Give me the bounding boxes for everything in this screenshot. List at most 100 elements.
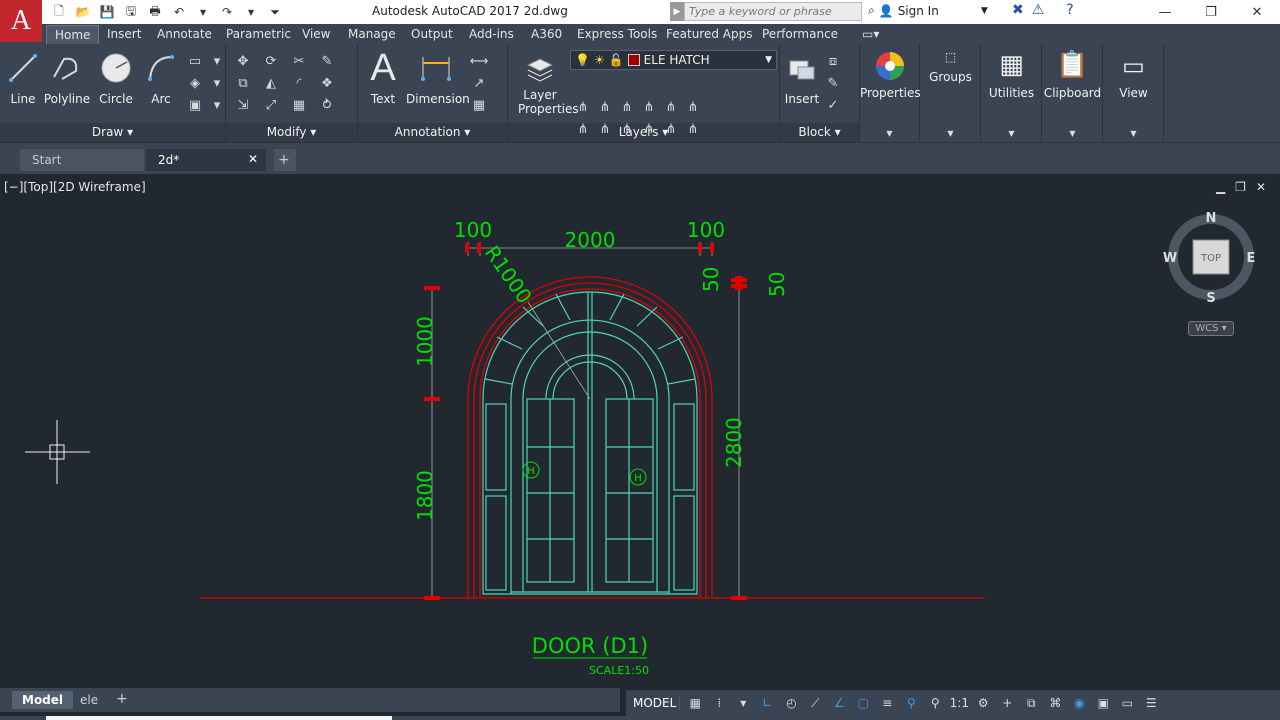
- drawing-canvas[interactable]: [−][Top][2D Wireframe] ▁ ❐ ✕ TOP N S E W: [0, 174, 1280, 688]
- annotation-scale-button[interactable]: 1:1: [950, 694, 969, 712]
- clipboard-panel[interactable]: 📋 Clipboard ▼: [1043, 44, 1103, 142]
- hatch-dropdown-icon[interactable]: ▾: [208, 74, 226, 92]
- sign-in-button[interactable]: ⌕ 👤 Sign In ▼: [868, 3, 988, 18]
- utilities-panel[interactable]: ▦ Utilities ▼: [982, 44, 1042, 142]
- layer-previous-icon[interactable]: ⋔: [684, 120, 702, 138]
- unlock-icon[interactable]: 🔓: [609, 53, 624, 67]
- grid-icon[interactable]: ▦: [686, 694, 704, 712]
- linear-dim-icon[interactable]: ⟷: [470, 52, 489, 70]
- file-tab-2d[interactable]: 2d* ✕: [146, 149, 266, 171]
- offset-icon[interactable]: ⥁: [318, 96, 336, 114]
- move-icon[interactable]: ✥: [234, 52, 252, 70]
- file-tab-start[interactable]: Start: [20, 149, 144, 171]
- clean-screen-icon[interactable]: ▭: [1118, 694, 1136, 712]
- tab-annotate[interactable]: Annotate: [157, 27, 212, 41]
- object-snap-icon[interactable]: ▢: [854, 694, 872, 712]
- ribbon-options-icon[interactable]: ▭▾: [862, 27, 879, 41]
- compass-s[interactable]: S: [1206, 291, 1215, 306]
- layout-tab-model[interactable]: Model: [12, 691, 74, 709]
- fillet-icon[interactable]: ◜: [290, 74, 308, 92]
- view-panel[interactable]: ▭ View ▼: [1104, 44, 1164, 142]
- viewcube[interactable]: TOP N S E W: [1163, 211, 1256, 306]
- table-icon[interactable]: ▦: [470, 96, 488, 114]
- tab-manage[interactable]: Manage: [348, 27, 396, 41]
- layer-current-icon[interactable]: ⋔: [662, 98, 680, 116]
- snap-dropdown-icon[interactable]: ▾: [734, 694, 752, 712]
- rectangle-dropdown-icon[interactable]: ▾: [208, 52, 226, 70]
- layer-lock-icon[interactable]: ⋔: [640, 120, 658, 138]
- compass-w[interactable]: W: [1163, 251, 1177, 266]
- customization-icon[interactable]: ☰: [1142, 694, 1160, 712]
- region-icon[interactable]: ▣: [186, 96, 204, 114]
- redo-dropdown-icon[interactable]: ▾: [240, 3, 262, 21]
- units-icon[interactable]: ⧉: [1022, 694, 1040, 712]
- polar-icon[interactable]: ◴: [782, 694, 800, 712]
- layer-match-icon[interactable]: ⋔: [662, 120, 680, 138]
- annotation-monitor-icon[interactable]: +: [998, 694, 1016, 712]
- layer-properties-button[interactable]: Layer Properties: [518, 50, 579, 116]
- redo-icon[interactable]: ↷: [216, 3, 238, 21]
- block-panel-title[interactable]: Block ▾: [780, 123, 859, 142]
- auto-scale-icon[interactable]: ⚲: [926, 694, 944, 712]
- text-button[interactable]: A Text: [368, 47, 398, 107]
- polyline-button[interactable]: Polyline: [42, 50, 92, 106]
- a360-icon[interactable]: ⚠: [1032, 2, 1045, 18]
- undo-icon[interactable]: ↶: [168, 3, 190, 21]
- minimize-icon[interactable]: —: [1142, 0, 1188, 24]
- tab-a360[interactable]: A360: [531, 27, 562, 41]
- layer-walk-icon[interactable]: ⋔: [684, 98, 702, 116]
- application-menu-button[interactable]: A: [0, 0, 42, 42]
- region-dropdown-icon[interactable]: ▾: [208, 96, 226, 114]
- bulb-icon[interactable]: 💡: [575, 53, 590, 67]
- workspace-gear-icon[interactable]: ⚙: [974, 694, 992, 712]
- search-expand-icon[interactable]: ▶: [670, 2, 684, 21]
- wcs-menu[interactable]: WCS ▾: [1188, 321, 1234, 336]
- new-file-icon[interactable]: 🗋: [48, 3, 70, 21]
- arc-button[interactable]: Arc: [146, 50, 176, 106]
- leader-icon[interactable]: ↗: [470, 74, 488, 92]
- tab-express-tools[interactable]: Express Tools: [577, 27, 657, 41]
- customize-qat-icon[interactable]: ⏷: [264, 3, 286, 21]
- compass-n[interactable]: N: [1206, 211, 1217, 226]
- layer-unisolate-icon[interactable]: ⋔: [596, 98, 614, 116]
- trim-icon[interactable]: ✂: [290, 52, 308, 70]
- layout-tab-ele[interactable]: ele: [70, 691, 108, 709]
- tab-parametric[interactable]: Parametric: [226, 27, 291, 41]
- rectangle-icon[interactable]: ▭: [186, 52, 204, 70]
- edit-block-icon[interactable]: ✎: [824, 74, 842, 92]
- close-tab-icon[interactable]: ✕: [248, 152, 258, 166]
- plot-icon[interactable]: 🖶: [144, 3, 166, 21]
- sun-icon[interactable]: ☀: [594, 53, 605, 67]
- object-snap-tracking-icon[interactable]: ∠: [830, 694, 848, 712]
- layer-off-icon[interactable]: ⋔: [574, 120, 592, 138]
- binoculars-icon[interactable]: ⌕: [868, 3, 875, 18]
- array-icon[interactable]: ▦: [290, 96, 308, 114]
- hardware-acceleration-icon[interactable]: ▣: [1094, 694, 1112, 712]
- lineweight-icon[interactable]: ≡: [878, 694, 896, 712]
- groups-panel[interactable]: ⬚ Groups ▼: [921, 44, 981, 142]
- quick-properties-icon[interactable]: ⌘: [1046, 694, 1064, 712]
- tab-home[interactable]: Home: [46, 25, 100, 44]
- help-icon[interactable]: ?: [1066, 2, 1073, 18]
- mirror-icon[interactable]: ◭: [262, 74, 280, 92]
- layer-freeze-icon[interactable]: ⋔: [618, 120, 636, 138]
- dimension-button[interactable]: Dimension: [406, 50, 470, 106]
- open-file-icon[interactable]: 📂: [72, 3, 94, 21]
- edit-attributes-icon[interactable]: ✓: [824, 96, 842, 114]
- annotation-panel-title[interactable]: Annotation ▾: [358, 123, 507, 142]
- isolate-objects-icon[interactable]: ◉: [1070, 694, 1088, 712]
- snap-icon[interactable]: ⁞: [710, 694, 728, 712]
- layer-dropdown[interactable]: 💡 ☀ 🔓 ELE HATCH ▼: [570, 50, 777, 70]
- layer-thaw-icon[interactable]: ⋔: [618, 98, 636, 116]
- properties-panel[interactable]: Properties ▼: [860, 44, 921, 142]
- layer-state-icon[interactable]: ⋔: [574, 98, 592, 116]
- tab-output[interactable]: Output: [411, 27, 453, 41]
- search-input[interactable]: Type a keyword or phrase: [684, 2, 862, 21]
- layer-unlock-icon[interactable]: ⋔: [640, 98, 658, 116]
- erase-icon[interactable]: ✎: [318, 52, 336, 70]
- tab-performance[interactable]: Performance: [762, 27, 838, 41]
- ortho-icon[interactable]: ∟: [758, 694, 776, 712]
- tab-insert[interactable]: Insert: [107, 27, 141, 41]
- annotation-visibility-icon[interactable]: ⚲: [902, 694, 920, 712]
- exchange-apps-icon[interactable]: ✖: [1012, 2, 1024, 18]
